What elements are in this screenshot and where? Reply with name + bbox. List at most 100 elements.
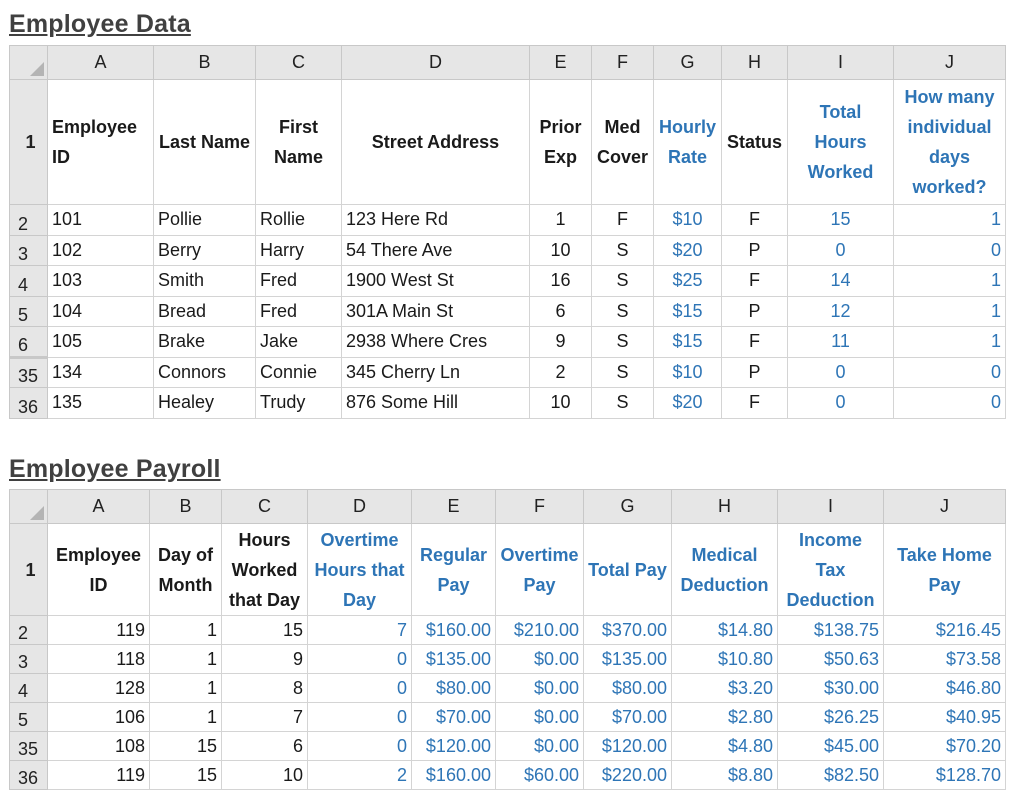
cell[interactable]: 134 [47, 356, 154, 388]
cell[interactable]: 0 [307, 731, 412, 761]
cell[interactable]: $10 [653, 356, 722, 388]
cell[interactable]: $26.25 [777, 702, 884, 732]
header-cell[interactable]: Hours Worked that Day [221, 523, 308, 616]
cell[interactable]: $60.00 [495, 760, 584, 790]
header-cell[interactable]: Day of Month [149, 523, 222, 616]
cell[interactable]: $70.20 [883, 731, 1006, 761]
cell[interactable]: 16 [529, 265, 592, 297]
cell[interactable]: Fred [255, 265, 342, 297]
cell[interactable]: 106 [47, 702, 150, 732]
cell[interactable]: S [591, 326, 654, 358]
header-cell[interactable]: First Name [255, 79, 342, 205]
cell[interactable]: 1 [149, 644, 222, 674]
cell[interactable]: 0 [893, 234, 1006, 266]
column-header-d[interactable]: D [341, 45, 530, 80]
cell[interactable]: S [591, 265, 654, 297]
cell[interactable]: $3.20 [671, 673, 778, 703]
cell[interactable]: $120.00 [583, 731, 672, 761]
cell[interactable]: $220.00 [583, 760, 672, 790]
cell[interactable]: 1 [893, 204, 1006, 236]
column-header-d[interactable]: D [307, 489, 412, 524]
row-header[interactable]: 6 [9, 326, 48, 359]
column-header-h[interactable]: H [721, 45, 788, 80]
cell[interactable]: 0 [307, 702, 412, 732]
cell[interactable]: $15 [653, 295, 722, 327]
row-header[interactable]: 2 [9, 615, 48, 645]
cell[interactable]: 1 [529, 204, 592, 236]
cell[interactable]: 0 [893, 387, 1006, 419]
cell[interactable]: $10.80 [671, 644, 778, 674]
cell[interactable]: 103 [47, 265, 154, 297]
select-all-corner[interactable] [9, 489, 48, 524]
cell[interactable]: S [591, 295, 654, 327]
cell[interactable]: $135.00 [411, 644, 496, 674]
cell[interactable]: P [721, 356, 788, 388]
cell[interactable]: $20 [653, 234, 722, 266]
cell[interactable]: $30.00 [777, 673, 884, 703]
cell[interactable]: 1 [149, 615, 222, 645]
cell[interactable]: 102 [47, 234, 154, 266]
header-cell[interactable]: Income Tax Deduction [777, 523, 884, 616]
cell[interactable]: 11 [787, 326, 894, 358]
header-cell[interactable]: Street Address [341, 79, 530, 205]
column-header-b[interactable]: B [153, 45, 256, 80]
cell[interactable]: 1900 West St [341, 265, 530, 297]
cell[interactable]: Jake [255, 326, 342, 358]
cell[interactable]: 105 [47, 326, 154, 358]
cell[interactable]: 118 [47, 644, 150, 674]
row-header[interactable]: 35 [9, 731, 48, 761]
cell[interactable]: 119 [47, 615, 150, 645]
row-header[interactable]: 1 [9, 79, 48, 205]
cell[interactable]: Brake [153, 326, 256, 358]
header-cell[interactable]: Total Pay [583, 523, 672, 616]
cell[interactable]: 14 [787, 265, 894, 297]
cell[interactable]: 8 [221, 673, 308, 703]
cell[interactable]: $46.80 [883, 673, 1006, 703]
cell[interactable]: F [721, 204, 788, 236]
cell[interactable]: S [591, 387, 654, 419]
header-cell[interactable]: Overtime Pay [495, 523, 584, 616]
column-header-g[interactable]: G [583, 489, 672, 524]
cell[interactable]: Connie [255, 356, 342, 388]
column-header-e[interactable]: E [529, 45, 592, 80]
cell[interactable]: 0 [307, 644, 412, 674]
cell[interactable]: $210.00 [495, 615, 584, 645]
cell[interactable]: $50.63 [777, 644, 884, 674]
cell[interactable]: 2938 Where Cres [341, 326, 530, 358]
cell[interactable]: 0 [893, 356, 1006, 388]
cell[interactable]: $120.00 [411, 731, 496, 761]
cell[interactable]: $40.95 [883, 702, 1006, 732]
cell[interactable]: P [721, 234, 788, 266]
select-all-corner[interactable] [9, 45, 48, 80]
column-header-c[interactable]: C [255, 45, 342, 80]
cell[interactable]: 10 [529, 234, 592, 266]
cell[interactable]: S [591, 356, 654, 388]
cell[interactable]: 345 Cherry Ln [341, 356, 530, 388]
cell[interactable]: 54 There Ave [341, 234, 530, 266]
cell[interactable]: $160.00 [411, 615, 496, 645]
cell[interactable]: $216.45 [883, 615, 1006, 645]
cell[interactable]: 0 [787, 387, 894, 419]
header-cell[interactable]: Med Cover [591, 79, 654, 205]
cell[interactable]: 119 [47, 760, 150, 790]
cell[interactable]: 123 Here Rd [341, 204, 530, 236]
cell[interactable]: $10 [653, 204, 722, 236]
cell[interactable]: 15 [221, 615, 308, 645]
cell[interactable]: 1 [149, 673, 222, 703]
column-header-h[interactable]: H [671, 489, 778, 524]
row-header[interactable]: 3 [9, 234, 48, 266]
cell[interactable]: $14.80 [671, 615, 778, 645]
cell[interactable]: Rollie [255, 204, 342, 236]
cell[interactable]: $128.70 [883, 760, 1006, 790]
cell[interactable]: 2 [307, 760, 412, 790]
header-cell[interactable]: Medical Deduction [671, 523, 778, 616]
cell[interactable]: 301A Main St [341, 295, 530, 327]
column-header-g[interactable]: G [653, 45, 722, 80]
row-header[interactable]: 3 [9, 644, 48, 674]
cell[interactable]: $138.75 [777, 615, 884, 645]
header-cell[interactable]: Employee ID [47, 523, 150, 616]
cell[interactable]: F [721, 387, 788, 419]
column-header-j[interactable]: J [883, 489, 1006, 524]
column-header-a[interactable]: A [47, 45, 154, 80]
cell[interactable]: $0.00 [495, 644, 584, 674]
